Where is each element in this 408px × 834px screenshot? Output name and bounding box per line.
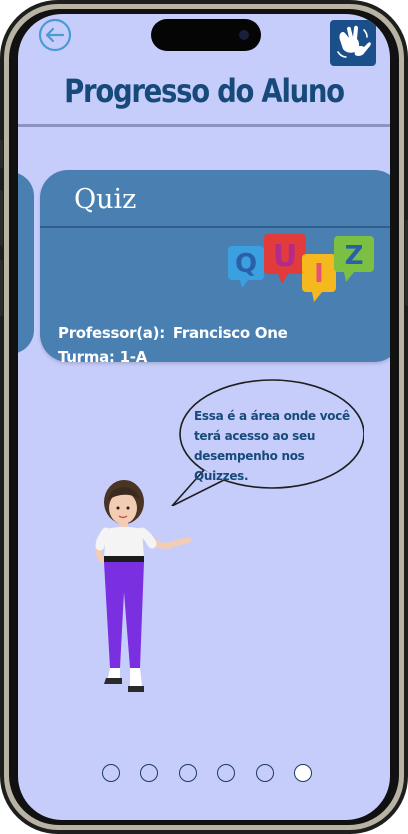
class-row: Turma: 1-A xyxy=(58,348,147,366)
previous-card[interactable] xyxy=(18,172,34,354)
quiz-bubble-q: Q xyxy=(228,246,264,288)
teacher-name: Francisco One xyxy=(172,324,288,342)
back-arrow-icon[interactable] xyxy=(38,18,72,52)
pagination-dot[interactable] xyxy=(217,764,236,782)
card-title: Quiz xyxy=(74,184,137,215)
front-camera xyxy=(239,30,249,40)
pagination-dots xyxy=(102,764,312,786)
pagination-dot[interactable] xyxy=(102,764,120,782)
pagination-dot[interactable] xyxy=(255,764,274,782)
svg-text:U: U xyxy=(273,239,297,274)
phone-frame: Progresso do Aluno Quiz Q U I Z Professo… xyxy=(0,0,408,834)
sign-language-hands-icon xyxy=(337,25,371,58)
svg-text:Q: Q xyxy=(235,249,257,279)
title-divider xyxy=(18,124,390,127)
teacher-row: Professor(a): Francisco One xyxy=(58,324,288,342)
dynamic-island xyxy=(151,19,261,51)
quiz-bubble-z: Z xyxy=(334,236,374,282)
svg-text:I: I xyxy=(314,259,324,289)
teacher-label: Professor(a): xyxy=(58,324,165,342)
assistant-message: Essa é a área onde você terá acesso ao s… xyxy=(194,409,350,483)
page-title: Progresso do Aluno xyxy=(64,72,345,110)
pagination-dot[interactable] xyxy=(293,764,312,782)
quiz-logo-icon: Q U I Z xyxy=(228,234,374,302)
teacher-avatar xyxy=(95,480,191,692)
quiz-card[interactable]: Quiz Q U I Z Professor(a): Francisco One… xyxy=(40,170,390,366)
sign-language-button[interactable] xyxy=(330,20,376,66)
volume-up-button xyxy=(0,190,3,246)
svg-text:Z: Z xyxy=(345,241,364,271)
mute-switch xyxy=(0,140,3,168)
pagination-dot[interactable] xyxy=(140,764,159,782)
quiz-bubble-u: U xyxy=(264,234,306,284)
class-name: 1-A xyxy=(119,348,148,366)
app-screen: Progresso do Aluno Quiz Q U I Z Professo… xyxy=(18,14,390,820)
pagination-dot[interactable] xyxy=(178,764,197,782)
volume-down-button xyxy=(0,260,3,316)
class-label: Turma: xyxy=(58,348,115,366)
card-divider xyxy=(40,226,390,228)
next-card-edge xyxy=(18,414,22,478)
quiz-bubble-i: I xyxy=(302,254,336,302)
